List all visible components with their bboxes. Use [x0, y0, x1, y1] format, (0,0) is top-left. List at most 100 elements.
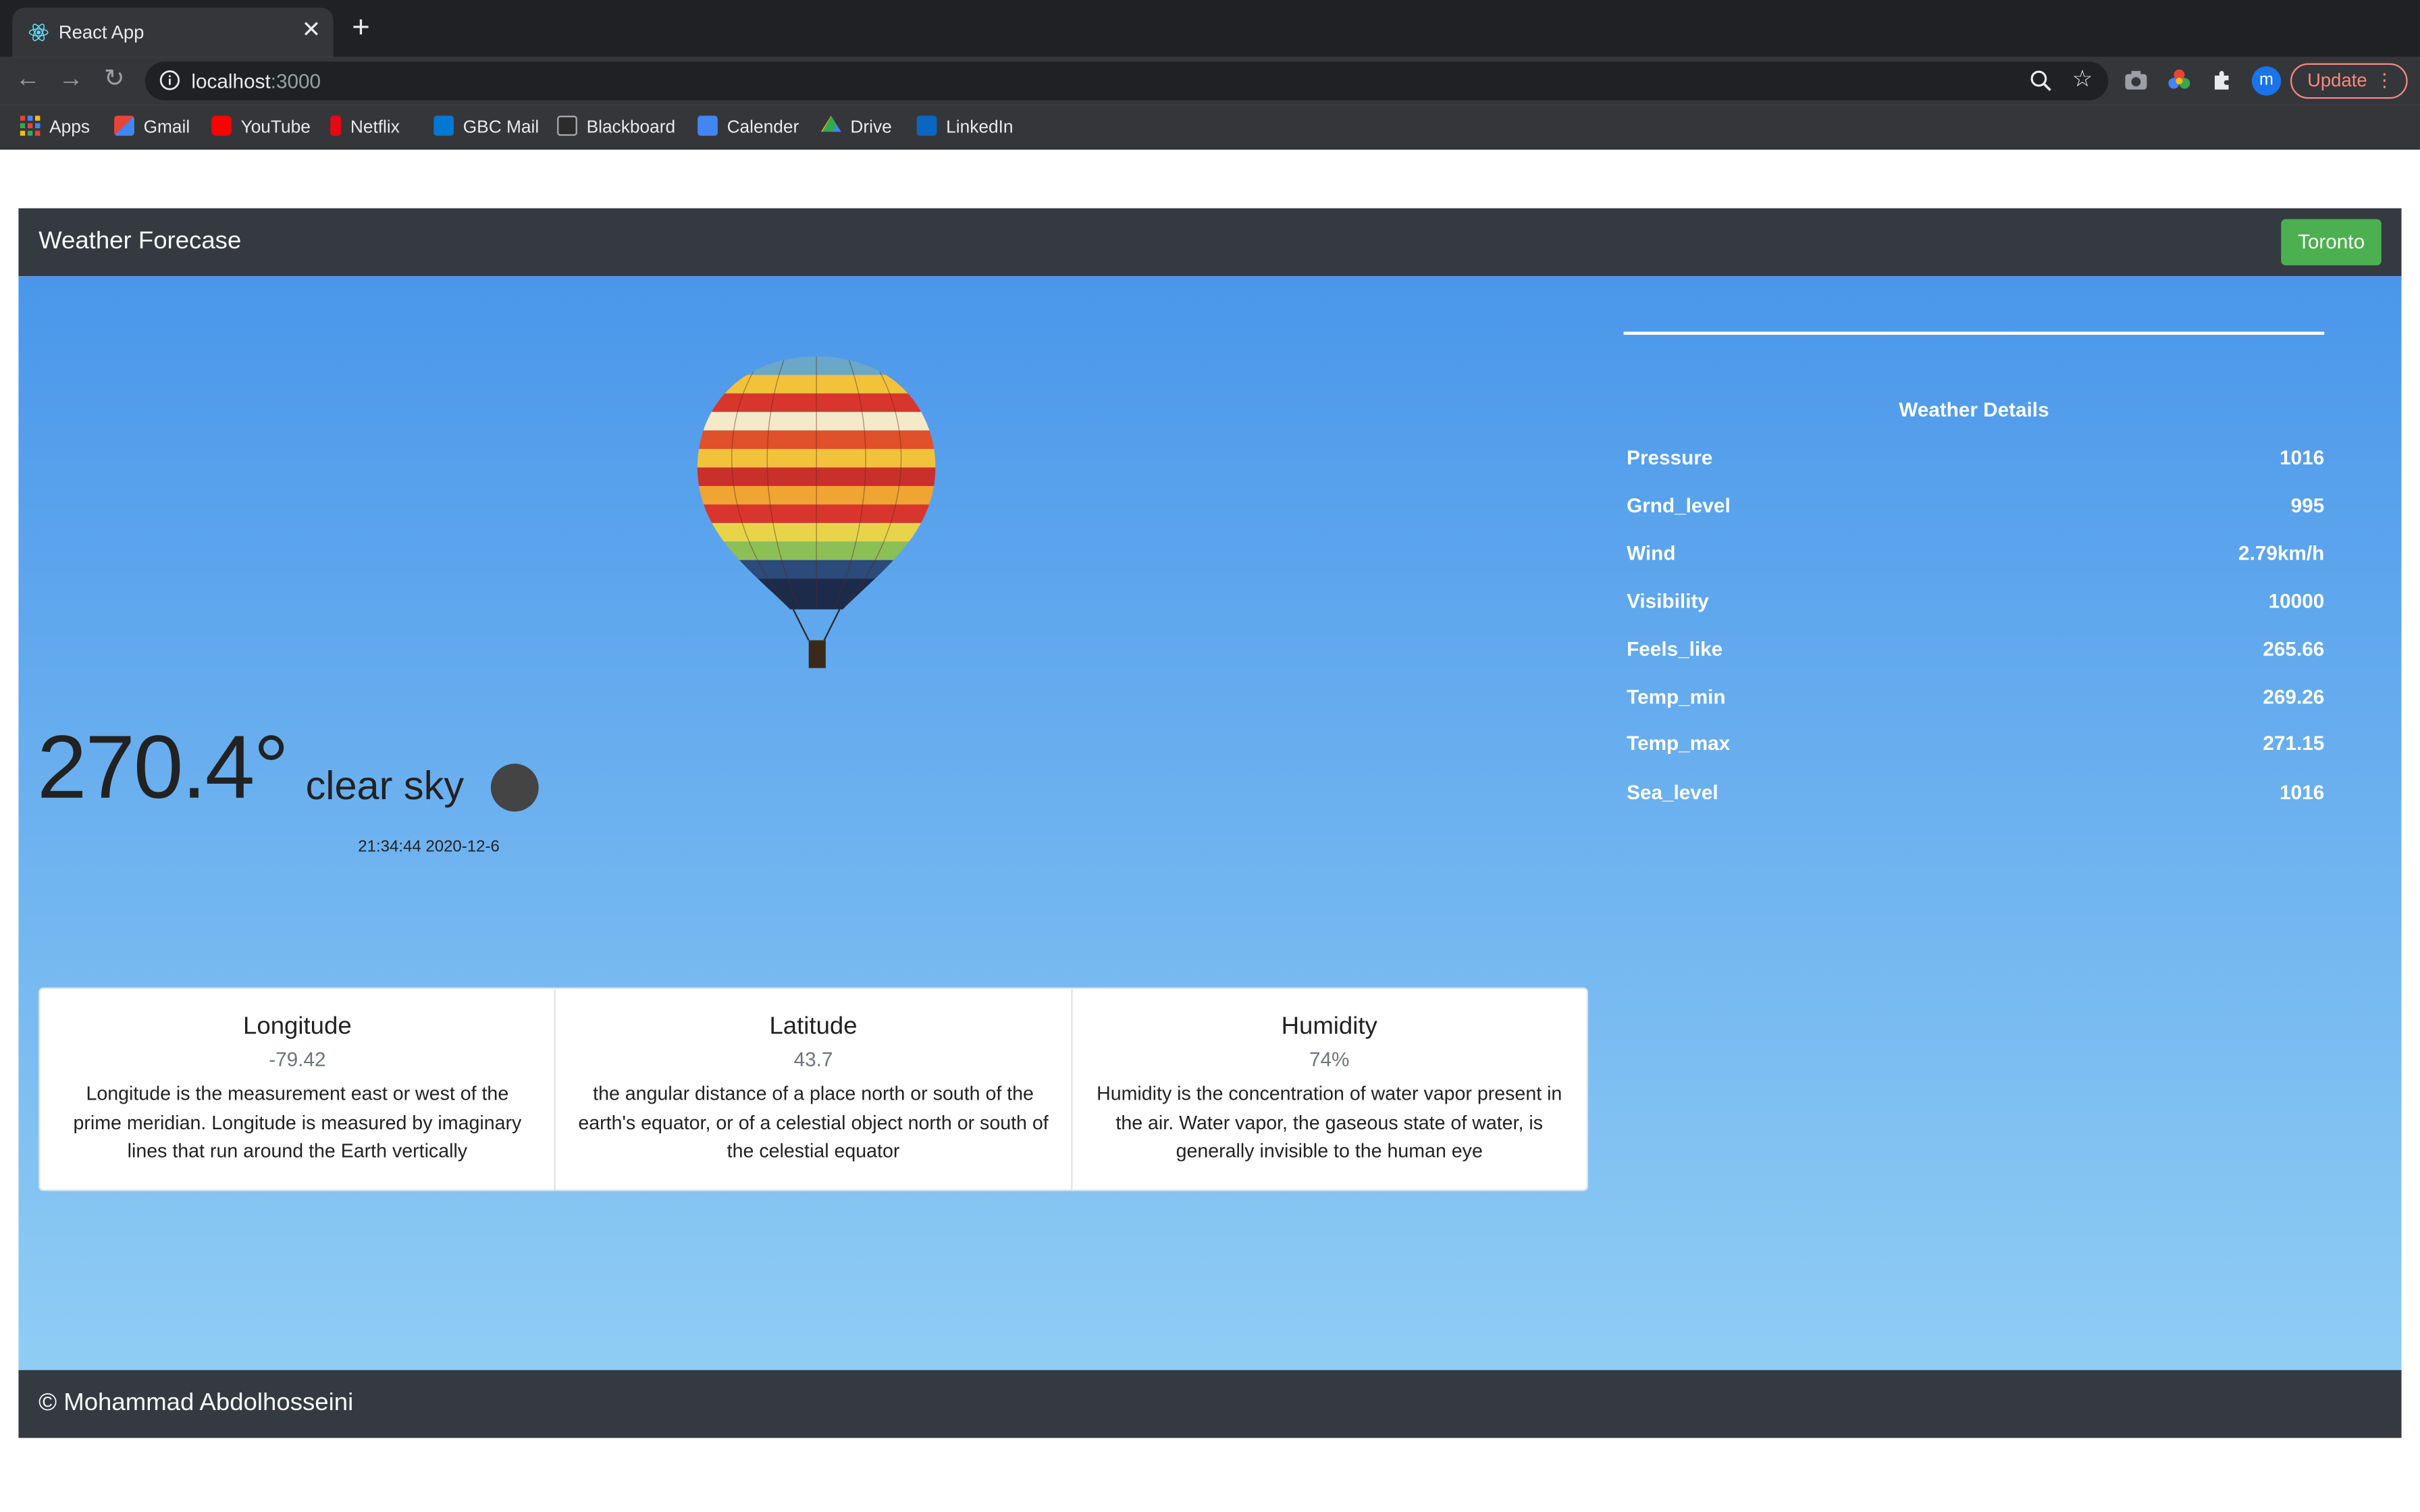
- browser-toolbar: ← → ↻ localhost:3000 ☆: [0, 57, 2420, 105]
- detail-label: Temp_max: [1627, 731, 1731, 755]
- detail-value: 265.66: [2263, 637, 2325, 661]
- browser-tab[interactable]: React App ✕: [12, 7, 334, 57]
- detail-value: 1016: [2280, 446, 2325, 469]
- web-page: Weather Forecase Toronto 270.4° clear sk…: [0, 149, 2420, 1512]
- detail-row: Wind 2.79km/h: [1627, 541, 2324, 572]
- detail-label: Wind: [1627, 541, 1676, 565]
- detail-label: Feels_like: [1627, 637, 1723, 661]
- weather-icon: [490, 763, 539, 812]
- bookmark-youtube[interactable]: YouTube: [211, 115, 311, 140]
- detail-row: Feels_like 265.66: [1627, 637, 2324, 668]
- url-port: :3000: [270, 69, 321, 93]
- card-value: 74%: [1309, 1047, 1350, 1071]
- bookmarks-bar: Apps Gmail YouTube Netflix GBC Mail Blac…: [0, 105, 2420, 150]
- info-card-group: Longitude -79.42 Longitude is the measur…: [38, 987, 1588, 1191]
- detail-value: 2.79km/h: [2238, 541, 2325, 565]
- temperature: 270.4°: [36, 717, 289, 818]
- detail-value: 271.15: [2263, 731, 2325, 755]
- details-divider: [1623, 331, 2325, 335]
- update-label: Update: [2307, 69, 2367, 91]
- bookmark-calender[interactable]: Calender: [698, 115, 799, 140]
- card-value: -79.42: [269, 1047, 326, 1071]
- detail-row: Temp_max 271.15: [1627, 731, 2324, 762]
- timestamp: 21:34:44 2020-12-6: [358, 838, 500, 857]
- tab-title: React App: [58, 21, 144, 43]
- detail-value: 1016: [2280, 780, 2325, 804]
- detail-label: Grnd_level: [1627, 493, 1731, 517]
- gmail-icon: [114, 115, 134, 136]
- youtube-icon: [211, 115, 232, 136]
- zoom-icon[interactable]: [2030, 70, 2053, 92]
- hot-air-balloon-image: [697, 356, 936, 668]
- bookmark-gbc-mail[interactable]: GBC Mail: [433, 115, 539, 140]
- card-text: Humidity is the concentration of water v…: [1097, 1083, 1562, 1162]
- detail-row: Visibility 10000: [1627, 589, 2324, 620]
- drive-icon: [820, 115, 841, 132]
- calendar-icon: [698, 115, 718, 136]
- details-title: Weather Details: [1899, 398, 2049, 421]
- bookmark-star-icon[interactable]: ☆: [2072, 66, 2093, 94]
- weather-description: clear sky: [305, 762, 465, 809]
- detail-label: Temp_min: [1627, 684, 1726, 709]
- color-picker-extension-icon[interactable]: [2167, 68, 2192, 93]
- detail-label: Visibility: [1627, 589, 1709, 613]
- forward-icon[interactable]: →: [55, 65, 86, 96]
- new-tab-icon[interactable]: +: [352, 12, 370, 43]
- card-text: the angular distance of a place north or…: [578, 1083, 1049, 1162]
- detail-label: Pressure: [1627, 446, 1713, 469]
- bookmark-apps[interactable]: Apps: [20, 115, 90, 140]
- bookmark-label: Apps: [49, 118, 90, 138]
- bookmark-linkedin[interactable]: LinkedIn: [916, 115, 1014, 140]
- detail-row: Grnd_level 995: [1627, 493, 2324, 524]
- update-button[interactable]: Update ⋮: [2290, 63, 2408, 99]
- bookmark-label: YouTube: [240, 118, 311, 138]
- detail-label: Sea_level: [1627, 780, 1718, 804]
- bookmark-drive[interactable]: Drive: [820, 115, 892, 140]
- card-title: Latitude: [769, 1013, 858, 1040]
- detail-row: Sea_level 1016: [1627, 781, 2324, 812]
- detail-value: 10000: [2268, 589, 2325, 613]
- react-icon: [28, 24, 49, 41]
- screenshot-extension-icon[interactable]: [2124, 68, 2149, 93]
- detail-row: Temp_min 269.26: [1627, 685, 2324, 716]
- back-icon[interactable]: ←: [12, 65, 43, 96]
- apps-grid-icon: [20, 115, 41, 136]
- detail-row: Pressure 1016: [1627, 446, 2324, 477]
- bookmark-label: LinkedIn: [946, 118, 1014, 138]
- bookmark-label: Netflix: [350, 118, 400, 138]
- close-tab-icon[interactable]: ✕: [302, 18, 321, 43]
- bookmark-blackboard[interactable]: Blackboard: [557, 115, 675, 140]
- address-bar[interactable]: localhost:3000 ☆: [144, 61, 2109, 101]
- humidity-card: Humidity 74% Humidity is the concentrati…: [1072, 989, 1587, 1189]
- app-navbar: Weather Forecase Toronto: [18, 208, 2402, 277]
- bookmark-label: Drive: [850, 118, 892, 138]
- latitude-card: Latitude 43.7 the angular distance of a …: [556, 989, 1072, 1190]
- bookmark-netflix[interactable]: Netflix: [330, 115, 400, 140]
- card-text: Longitude is the measurement east or wes…: [73, 1083, 522, 1162]
- netflix-icon: [330, 115, 342, 136]
- blackboard-icon: [557, 115, 577, 136]
- weather-panel: 270.4° clear sky 21:34:44 2020-12-6 Weat…: [18, 276, 2402, 1370]
- bookmark-gmail[interactable]: Gmail: [114, 115, 190, 140]
- app-footer: © Mohammad Abdolhosseini: [18, 1370, 2402, 1438]
- card-value: 43.7: [793, 1047, 833, 1071]
- detail-value: 269.26: [2263, 684, 2325, 709]
- bookmark-label: Blackboard: [586, 118, 676, 138]
- linkedin-icon: [916, 115, 937, 136]
- browser-tabstrip: React App ✕ +: [0, 0, 2420, 57]
- reload-icon[interactable]: ↻: [99, 65, 130, 96]
- bookmark-label: Gmail: [143, 118, 190, 138]
- card-title: Humidity: [1281, 1013, 1377, 1040]
- more-menu-icon[interactable]: ⋮: [2375, 65, 2394, 97]
- card-title: Longitude: [243, 1013, 352, 1040]
- city-button[interactable]: Toronto: [2281, 219, 2382, 266]
- profile-avatar[interactable]: m: [2251, 66, 2282, 96]
- longitude-card: Longitude -79.42 Longitude is the measur…: [40, 989, 556, 1190]
- detail-value: 995: [2290, 493, 2325, 517]
- footer-copyright: © Mohammad Abdolhosseini: [38, 1390, 354, 1417]
- site-info-icon[interactable]: [159, 70, 180, 91]
- extensions-puzzle-icon[interactable]: [2210, 68, 2235, 93]
- outlook-icon: [433, 115, 454, 136]
- bookmark-label: Calender: [727, 118, 799, 138]
- app-brand[interactable]: Weather Forecase: [38, 228, 241, 256]
